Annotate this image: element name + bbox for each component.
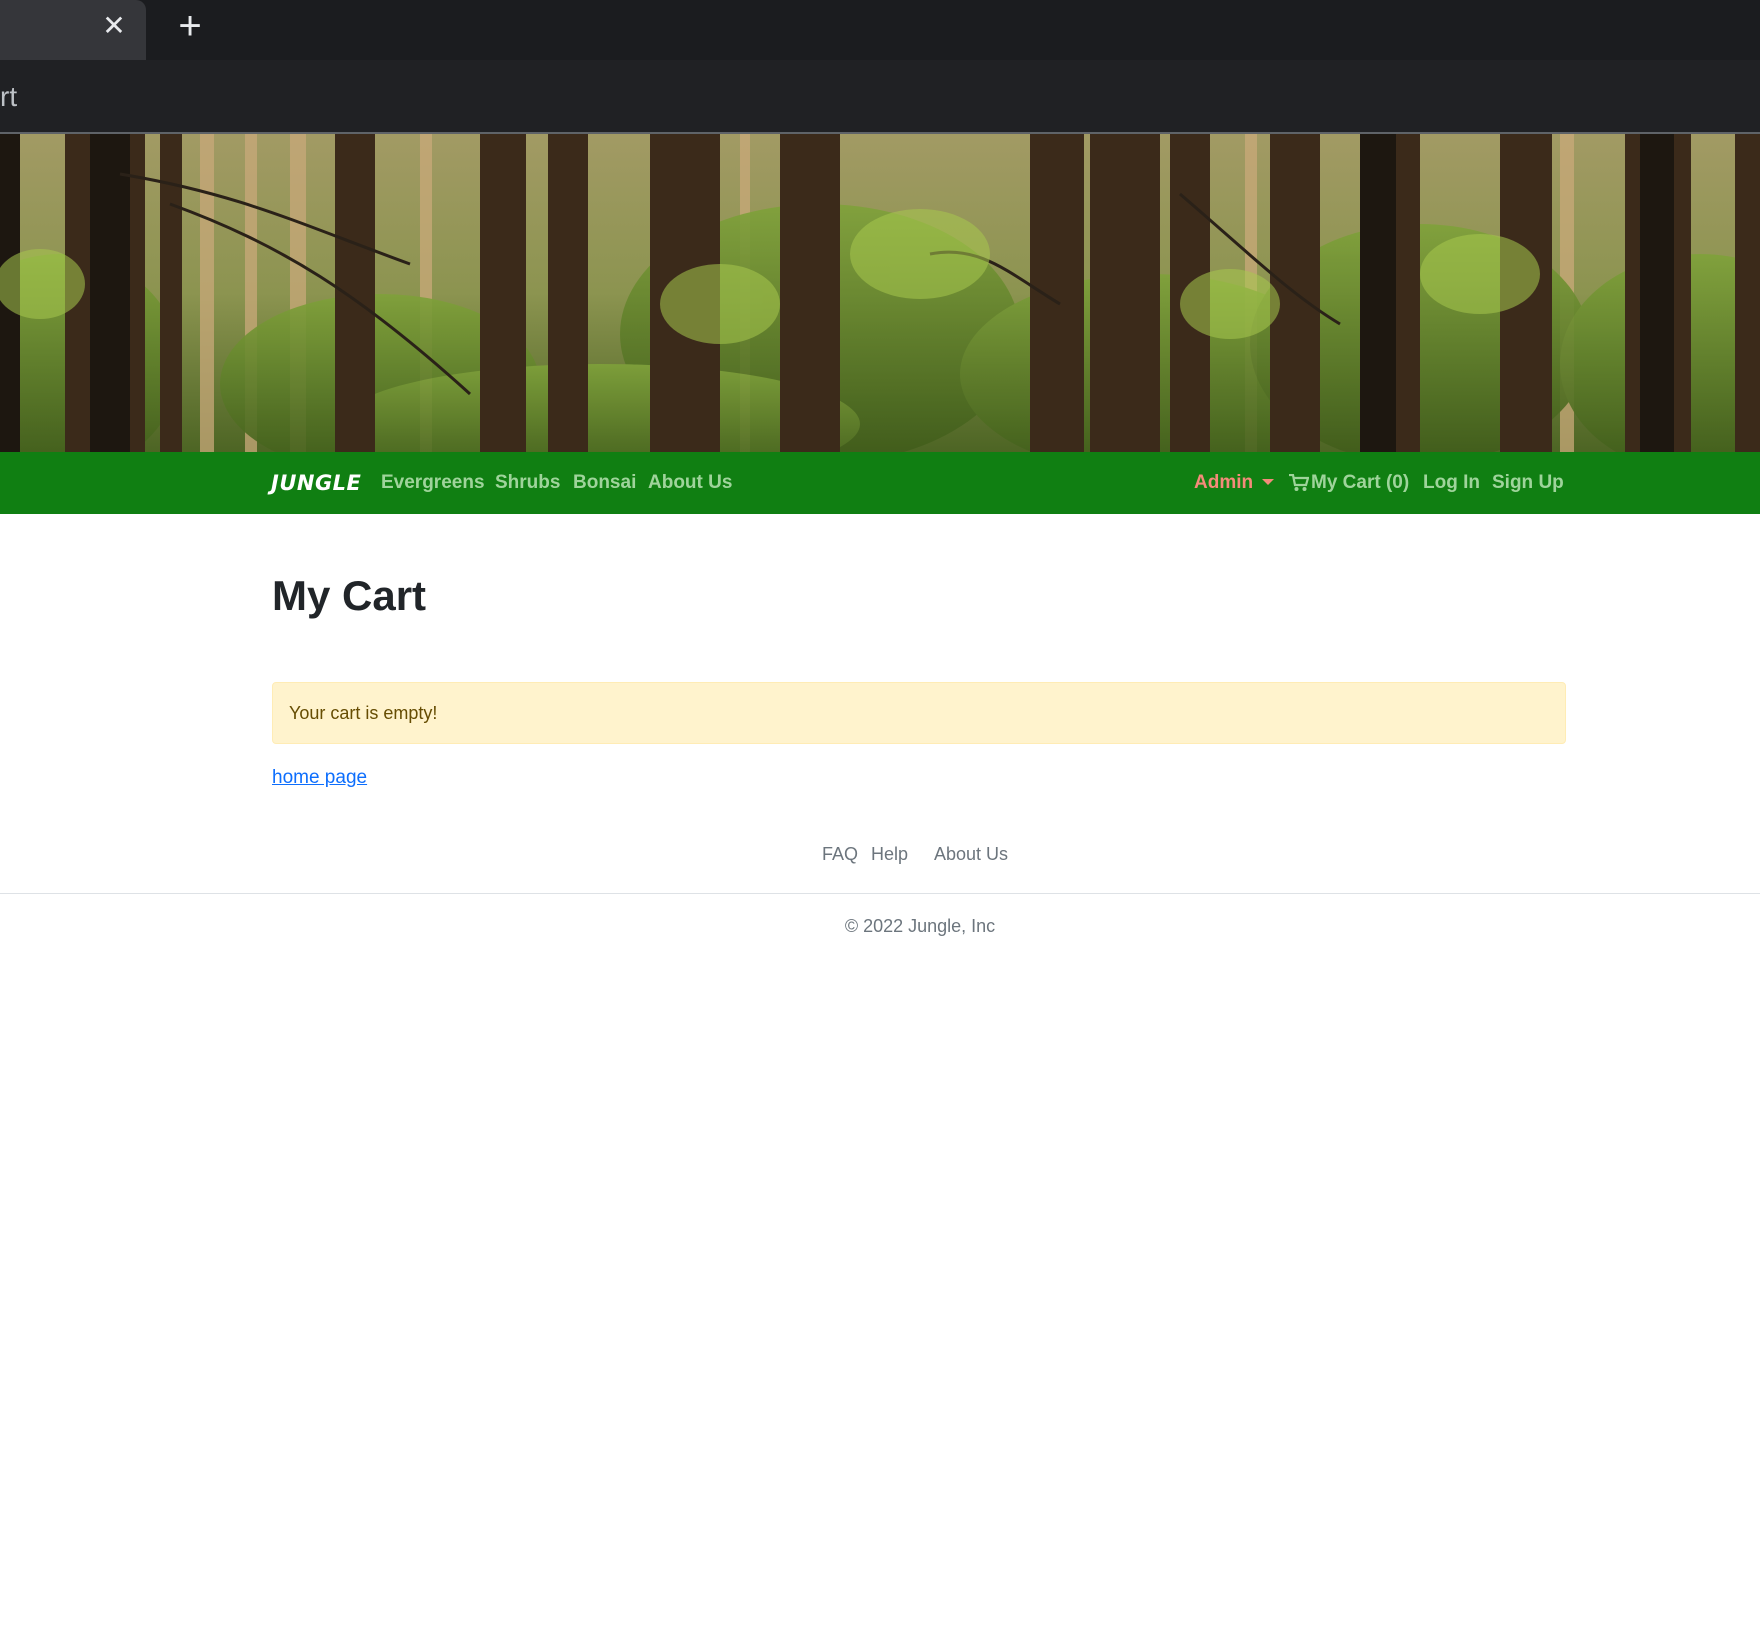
footer-link-help[interactable]: Help [871,840,908,868]
footer-link-about-us[interactable]: About Us [934,840,1008,868]
footer-divider [0,893,1760,894]
forest-illustration [0,134,1760,452]
admin-dropdown[interactable]: Admin [1194,469,1253,497]
my-cart-link[interactable]: My Cart (0) [1311,469,1409,497]
address-bar-text[interactable]: rt [0,80,17,114]
cart-icon [1289,474,1309,491]
copyright-text: © 2022 Jungle, Inc [844,916,996,936]
browser-chrome: ✕ + rt [0,0,1760,134]
nav-link-bonsai[interactable]: Bonsai [573,469,636,497]
main-navbar: JUNGLE Evergreens Shrubs Bonsai About Us… [0,452,1760,514]
empty-cart-alert: Your cart is empty! [272,682,1566,744]
active-tab[interactable]: ✕ [0,0,146,60]
log-in-link[interactable]: Log In [1423,469,1480,497]
nav-link-shrubs[interactable]: Shrubs [495,469,560,497]
forest-banner-image [0,134,1760,452]
nav-link-evergreens[interactable]: Evergreens [381,469,485,497]
new-tab-icon[interactable]: + [172,6,208,46]
close-tab-icon[interactable]: ✕ [98,10,130,42]
footer-link-faq[interactable]: FAQ [822,840,858,868]
sign-up-link[interactable]: Sign Up [1492,469,1564,497]
address-bar[interactable]: rt [0,66,1760,126]
brand-logo[interactable]: JUNGLE [271,469,361,497]
alert-message: Your cart is empty! [289,703,438,723]
nav-link-about-us[interactable]: About Us [648,469,732,497]
page-title: My Cart [272,572,427,619]
tab-strip: ✕ + [0,0,1760,60]
home-page-link[interactable]: home page [272,764,367,792]
chevron-down-icon [1262,479,1274,485]
footer-links: FAQ Help About Us [0,840,1760,870]
